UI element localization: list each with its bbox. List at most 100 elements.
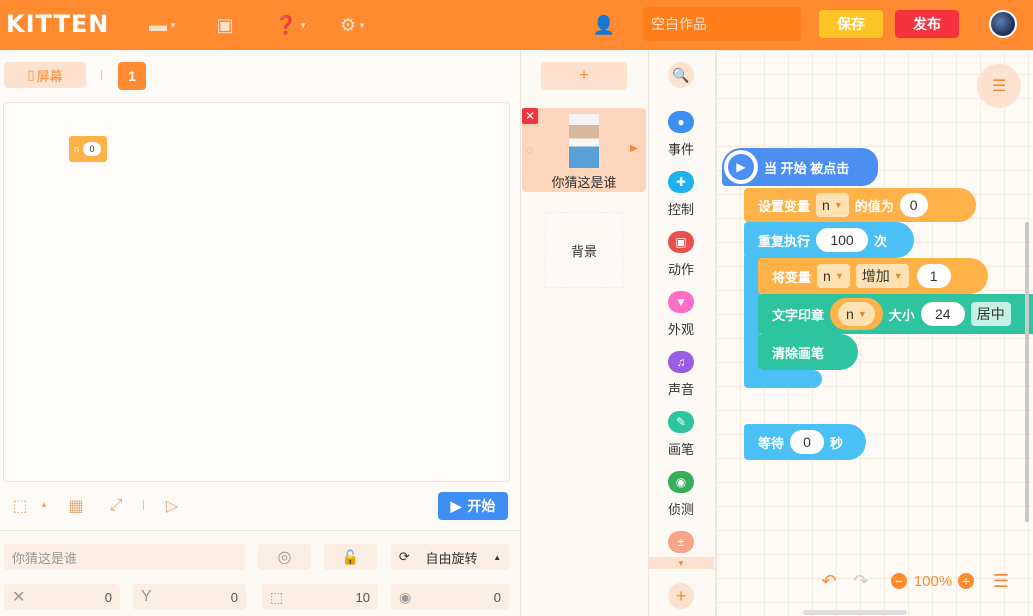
horizontal-scrollbar[interactable] xyxy=(803,610,907,615)
fullscreen-icon: ⤢ xyxy=(109,497,123,514)
backpack-icon: ▣ xyxy=(216,14,234,35)
fullscreen-button[interactable]: ⤢ xyxy=(106,496,126,516)
rotation-mode-select[interactable]: ⟳ 自由旋转 ▲ xyxy=(391,544,509,570)
resize-icon: ⬚ xyxy=(12,498,28,515)
operation-dropdown[interactable]: 增加 ▼ xyxy=(855,264,909,288)
play-icon: ▶ xyxy=(724,150,758,184)
wait-seconds-input[interactable]: 0 xyxy=(790,430,825,454)
screen-icon: ▯ xyxy=(27,67,35,82)
cleanup-button[interactable]: ☰ xyxy=(990,570,1012,592)
redo-icon: ↷ xyxy=(853,570,869,591)
add-collaborator-button[interactable]: 👤 xyxy=(590,12,618,38)
backpack-button[interactable]: ▣ xyxy=(210,12,240,38)
sensing-icon: ◉ xyxy=(668,471,694,493)
folder-icon: ▬ xyxy=(149,14,168,35)
gear-icon: ⚙ xyxy=(339,14,357,35)
sprite-name-label: 你猜这是谁 xyxy=(551,175,617,190)
change-value-input[interactable]: 1 xyxy=(916,264,951,288)
align-icon: ☰ xyxy=(992,570,1010,591)
y-field[interactable]: Y0 xyxy=(133,584,246,610)
zoom-out-button[interactable]: − xyxy=(890,570,908,592)
eye-off-icon[interactable]: ◌ xyxy=(526,143,533,157)
close-icon[interactable]: ✕ xyxy=(522,108,538,124)
scale-icon: ⬚ xyxy=(270,588,284,605)
divider xyxy=(101,70,102,80)
search-icon[interactable]: 🔍 xyxy=(668,62,694,88)
y-icon: Y xyxy=(141,588,152,605)
undo-icon: ↶ xyxy=(821,570,837,591)
align-dropdown[interactable]: 居中 xyxy=(970,302,1011,326)
direction-field[interactable]: ◉ 0 xyxy=(391,584,509,610)
category-pen[interactable]: ✎ 画笔 xyxy=(648,411,714,463)
repeat-block-content: 重复执行 100 次 xyxy=(744,222,893,258)
redo-button[interactable]: ↷ xyxy=(850,570,872,592)
when-start-clicked-block[interactable]: ▶ 当 开始 被点击 xyxy=(722,148,878,186)
variable-dropdown[interactable]: n ▼ xyxy=(838,302,875,326)
chevron-down-icon[interactable]: ▼ xyxy=(648,557,714,569)
background-card[interactable]: 背景 xyxy=(545,212,623,288)
visibility-toggle[interactable]: ◎ xyxy=(258,544,311,570)
project-title-input[interactable] xyxy=(643,7,801,41)
size-field[interactable]: ⬚ 10 xyxy=(262,584,378,610)
workspace-scrollbar[interactable] xyxy=(1025,222,1029,522)
start-button[interactable]: ▶ 开始 xyxy=(438,492,508,520)
control-icon: ✚ xyxy=(668,171,694,193)
minus-icon: − xyxy=(891,573,907,589)
mobile-preview-button[interactable]: ▷ xyxy=(162,496,182,516)
chevron-up-icon: ▲ xyxy=(493,552,502,562)
set-variable-block[interactable]: 设置变量 n ▼ 的值为 0 xyxy=(744,188,976,222)
category-control[interactable]: ✚ 控制 xyxy=(648,171,714,223)
avatar[interactable] xyxy=(989,10,1017,38)
category-events[interactable]: ● 事件 xyxy=(648,111,714,163)
pen-icon: ✎ xyxy=(668,411,694,433)
stage-size-button[interactable]: ⬚ xyxy=(10,496,30,516)
x-field[interactable]: ✕ 0 xyxy=(4,584,120,610)
eye-off-icon: ◎ xyxy=(277,549,292,566)
clear-pen-block[interactable]: 清除画笔 xyxy=(758,334,858,370)
find-block-button[interactable]: ☰ xyxy=(977,64,1021,108)
variable-dropdown[interactable]: n ▼ xyxy=(816,193,849,217)
motion-icon: ▣ xyxy=(668,231,694,253)
chevron-down-icon: ▼ xyxy=(833,200,843,210)
chevron-down-icon: ▼ xyxy=(893,271,903,281)
direction-icon: ◉ xyxy=(399,588,412,605)
change-variable-block[interactable]: 将变量 n ▼ 增加 ▼ 1 xyxy=(758,258,988,294)
wait-block[interactable]: 等待 0 秒 xyxy=(744,424,866,460)
zoom-in-button[interactable]: + xyxy=(957,570,975,592)
screen-button[interactable]: ▯ 屏幕 xyxy=(4,62,86,88)
operators-icon: ± xyxy=(668,531,694,553)
chevron-up-icon[interactable]: ▲ xyxy=(40,500,48,509)
add-extension-button[interactable]: + xyxy=(668,583,694,609)
add-sprite-button[interactable]: + xyxy=(541,62,627,90)
font-size-input[interactable]: 24 xyxy=(920,302,965,326)
repeat-count-input[interactable]: 100 xyxy=(816,228,869,252)
divider xyxy=(143,500,144,510)
chevron-down-icon: ▼ xyxy=(169,20,177,30)
rotate-icon: ⟳ xyxy=(398,549,410,564)
file-menu[interactable]: ▬ ▼ xyxy=(148,12,178,38)
category-looks[interactable]: ▼ 外观 xyxy=(648,291,714,343)
category-motion[interactable]: ▣ 动作 xyxy=(648,231,714,283)
chevron-down-icon: ▼ xyxy=(299,20,308,30)
save-button[interactable]: 保存 xyxy=(819,10,883,38)
add-user-icon: 👤 xyxy=(592,14,616,35)
undo-button[interactable]: ↶ xyxy=(818,570,840,592)
category-sensing[interactable]: ◉ 侦测 xyxy=(648,471,714,523)
value-input[interactable]: 0 xyxy=(899,193,928,217)
publish-button[interactable]: 发布 xyxy=(895,10,959,38)
category-sound[interactable]: ♫ 声音 xyxy=(648,351,714,403)
grid-button[interactable]: ▦ xyxy=(66,496,86,516)
variable-monitor[interactable]: n0 xyxy=(69,136,107,162)
repeat-block-end xyxy=(744,370,822,388)
text-stamp-block[interactable]: 文字印章 n ▼ 大小 24 居中 xyxy=(758,294,1033,334)
help-menu[interactable]: ❓ ▼ xyxy=(275,12,308,38)
plus-icon: + xyxy=(958,573,974,589)
unlock-icon: 🔓 xyxy=(341,548,360,565)
sprite-name-field[interactable]: 你猜这是谁 xyxy=(4,544,245,570)
settings-menu[interactable]: ⚙ ▼ xyxy=(338,12,368,38)
lock-toggle[interactable]: 🔓 xyxy=(324,544,377,570)
screen-number[interactable]: 1 xyxy=(118,62,146,90)
chevron-right-icon[interactable]: ▶ xyxy=(630,143,638,154)
variable-dropdown[interactable]: n ▼ xyxy=(817,264,850,288)
variable-reporter[interactable]: n ▼ xyxy=(830,298,883,330)
